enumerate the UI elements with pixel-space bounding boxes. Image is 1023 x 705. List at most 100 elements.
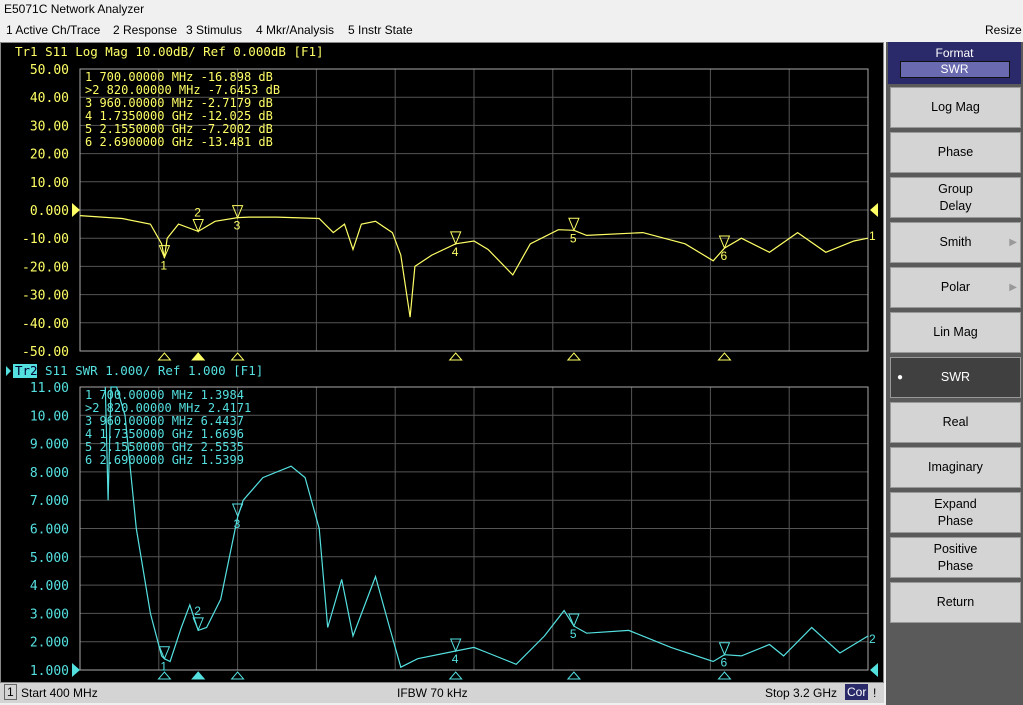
marker-position-icon[interactable] xyxy=(191,352,206,361)
reference-left-arrow-icon[interactable] xyxy=(72,663,80,677)
stop-frequency[interactable]: Stop 3.2 GHz xyxy=(765,686,837,700)
channel-number: 1 xyxy=(4,684,17,700)
marker-readout: 1 700.00000 MHz -16.898 dB xyxy=(85,70,273,84)
softkey-positive-phase[interactable]: Positive Phase xyxy=(890,537,1021,578)
marker-6-icon[interactable] xyxy=(718,642,731,657)
status-bar: 1 Start 400 MHz IFBW 70 kHz Stop 3.2 GHz… xyxy=(0,683,884,703)
softkey-label: Log Mag xyxy=(931,100,980,114)
softkey-expand-phase[interactable]: Expand Phase xyxy=(890,492,1021,533)
marker-number: 1 xyxy=(160,660,167,674)
marker-position-icon[interactable] xyxy=(448,671,463,680)
reference-right-arrow-icon[interactable] xyxy=(870,203,878,217)
ifbw[interactable]: IFBW 70 kHz xyxy=(397,686,468,700)
y-tick-label: 3.000 xyxy=(30,607,69,622)
active-trace-arrow-icon xyxy=(6,366,11,376)
marker-position-icon[interactable] xyxy=(717,352,732,361)
marker-position-icon[interactable] xyxy=(230,352,245,361)
marker-position-icon[interactable] xyxy=(566,352,581,361)
y-tick-label: 7.000 xyxy=(30,494,69,509)
softkey-label: Group Delay xyxy=(938,181,973,213)
format-title: Format xyxy=(935,46,974,60)
marker-position-icon[interactable] xyxy=(230,671,245,680)
format-value: SWR xyxy=(899,61,1010,78)
softkey-label: Expand Phase xyxy=(934,496,977,528)
y-tick-label: 40.00 xyxy=(30,91,69,106)
marker-number: 3 xyxy=(234,219,241,233)
y-tick-label: 6.000 xyxy=(30,523,69,538)
y-tick-label: 2.000 xyxy=(30,636,69,651)
softkey-group-delay[interactable]: Group Delay xyxy=(890,177,1021,218)
softkey-label: Lin Mag xyxy=(933,325,978,339)
menu-active-ch[interactable]: 1 Active Ch/Trace xyxy=(6,23,100,37)
softkey-label: Real xyxy=(942,415,969,429)
marker-readout: 6 2.6900000 GHz -13.481 dB xyxy=(85,135,273,149)
y-tick-label: 4.000 xyxy=(30,579,69,594)
window-title: E5071C Network Analyzer xyxy=(4,2,145,16)
menu-bar: 1 Active Ch/Trace 2 Response 3 Stimulus … xyxy=(0,20,1023,40)
softkey-label: Imaginary xyxy=(928,460,983,474)
menu-mkr-analysis[interactable]: 4 Mkr/Analysis xyxy=(256,23,334,37)
softkey-label: Positive Phase xyxy=(933,541,978,573)
trace-plots: 50.00 40.00 30.00 20.00 10.00 0.000 -10.00 -20.… xyxy=(6,44,878,680)
marker-position-icon[interactable] xyxy=(157,352,172,361)
softkey-label: Return xyxy=(936,595,975,609)
softkey-polar[interactable]: Polar ▶ xyxy=(890,267,1021,308)
y-tick-label: 0.000 xyxy=(30,204,69,219)
warning-flag: ! xyxy=(873,686,877,700)
marker-number: 3 xyxy=(234,517,241,531)
marker-position-icon[interactable] xyxy=(448,352,463,361)
trace-end-label: 2 xyxy=(869,632,876,646)
softkey-log-mag[interactable]: Log Mag xyxy=(890,87,1021,128)
y-tick-label: -20.00 xyxy=(22,260,69,275)
y-tick-label: 1.000 xyxy=(30,664,69,679)
trace1-header[interactable]: Tr1 S11 Log Mag 10.00dB/ Ref 0.000dB [F1… xyxy=(15,44,324,59)
marker-position-icon[interactable] xyxy=(191,671,206,680)
marker-4-icon[interactable] xyxy=(449,638,462,653)
format-header: Format SWR xyxy=(888,42,1021,84)
softkey-real[interactable]: Real xyxy=(890,402,1021,443)
trace2-header[interactable]: S11 SWR 1.000/ Ref 1.000 [F1] xyxy=(45,363,263,378)
softkey-phase[interactable]: Phase xyxy=(890,132,1021,173)
marker-readout: 1 700.00000 MHz 1.3984 xyxy=(85,388,244,402)
submenu-arrow-icon: ▶ xyxy=(1009,237,1017,248)
menu-response[interactable]: 2 Response xyxy=(113,23,177,37)
y-tick-label: 8.000 xyxy=(30,466,69,481)
softkey-swr[interactable]: ● SWR xyxy=(890,357,1021,398)
y-tick-label: 30.00 xyxy=(30,119,69,134)
marker-readout: 5 2.1550000 GHz -7.2002 dB xyxy=(85,122,273,136)
y-tick-label: -30.00 xyxy=(22,289,69,304)
marker-readout: 4 1.7350000 GHz -12.025 dB xyxy=(85,109,273,123)
reference-right-arrow-icon[interactable] xyxy=(870,663,878,677)
marker-readout: 4 1.7350000 GHz 1.6696 xyxy=(85,427,244,441)
softkey-smith[interactable]: Smith ▶ xyxy=(890,222,1021,263)
softkey-return[interactable]: Return xyxy=(890,582,1021,623)
y-tick-label: 50.00 xyxy=(30,63,69,78)
y-tick-label: 9.000 xyxy=(30,438,69,453)
marker-number: 5 xyxy=(570,627,577,641)
resize-button[interactable]: Resize xyxy=(985,23,1022,37)
softkey-label: Polar xyxy=(940,280,971,294)
submenu-arrow-icon: ▶ xyxy=(1009,282,1017,293)
reference-left-arrow-icon[interactable] xyxy=(72,203,80,217)
marker-readout: 3 960.00000 MHz -2.7179 dB xyxy=(85,96,273,110)
y-tick-label: -10.00 xyxy=(22,232,69,247)
trace2-label[interactable]: Tr2 xyxy=(15,363,38,378)
start-frequency[interactable]: Start 400 MHz xyxy=(21,686,98,700)
marker-position-icon[interactable] xyxy=(566,671,581,680)
marker-number: 1 xyxy=(160,259,167,273)
menu-instr-state[interactable]: 5 Instr State xyxy=(348,23,413,37)
correction-badge: Cor xyxy=(845,684,869,700)
marker-number: 5 xyxy=(570,231,577,245)
y-tick-label: 20.00 xyxy=(30,148,69,163)
marker-5-icon[interactable] xyxy=(568,217,580,232)
menu-stimulus[interactable]: 3 Stimulus xyxy=(186,23,242,37)
marker-position-icon[interactable] xyxy=(717,671,732,680)
marker-number: 2 xyxy=(194,206,201,220)
marker-number: 4 xyxy=(452,652,459,666)
softkey-label: Phase xyxy=(937,145,974,159)
y-tick-label: 10.00 xyxy=(30,176,69,191)
y-tick-label: 5.000 xyxy=(30,551,69,566)
softkey-imaginary[interactable]: Imaginary xyxy=(890,447,1021,488)
softkey-label: SWR xyxy=(940,370,971,384)
softkey-lin-mag[interactable]: Lin Mag xyxy=(890,312,1021,353)
